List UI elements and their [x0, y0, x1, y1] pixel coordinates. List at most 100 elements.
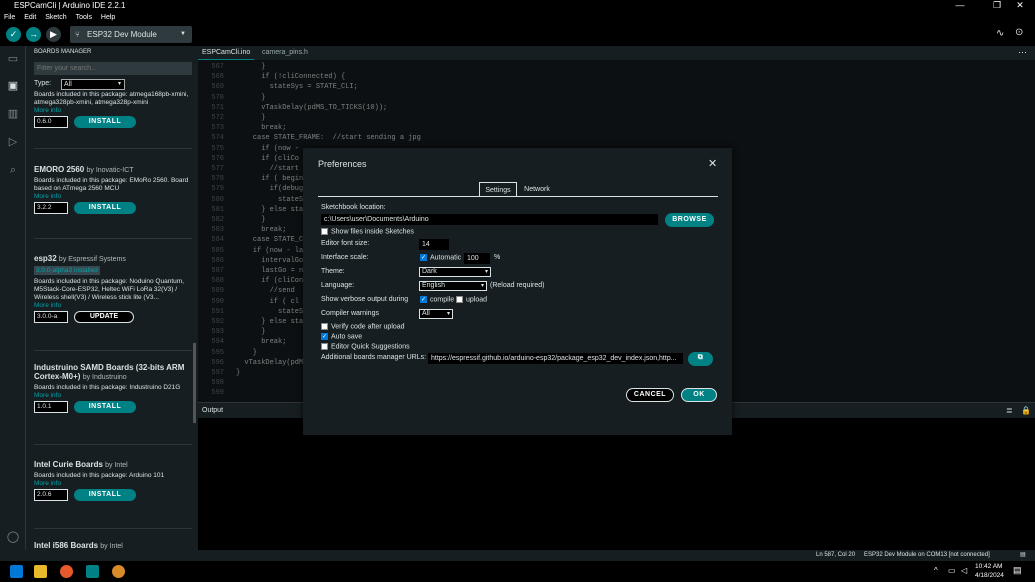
tab-settings[interactable]: Settings — [479, 182, 517, 197]
chevron-down-icon: ▾ — [117, 81, 121, 87]
automatic-label: Automatic — [430, 254, 462, 262]
automatic-scale-checkbox[interactable]: ✓ Automatic — [420, 254, 461, 261]
version-select[interactable]: 1.0.1 — [34, 401, 68, 413]
editor-tabs: ESPCamCli.ino camera_pins.h ⋯ — [198, 46, 1035, 60]
tab-divider — [318, 196, 718, 197]
install-button[interactable]: INSTALL — [74, 401, 136, 413]
install-button[interactable]: INSTALL — [74, 489, 136, 501]
boards-manager-icon[interactable]: ▣ — [6, 79, 20, 93]
board-status[interactable]: ESP32 Dev Module on COM13 [not connected… — [864, 550, 990, 561]
app-icon[interactable] — [112, 565, 125, 578]
verbose-upload-checkbox[interactable]: upload — [456, 296, 487, 303]
tab-camera-pins[interactable]: camera_pins.h — [258, 46, 312, 60]
start-icon[interactable] — [10, 565, 23, 578]
board-search-input[interactable] — [34, 62, 192, 75]
check-icon: ✓ — [420, 254, 427, 261]
arduino-icon[interactable] — [86, 565, 99, 578]
clock-date[interactable]: 4/18/2024 — [975, 572, 1004, 579]
autosave-label: Auto save — [331, 333, 363, 341]
library-manager-icon[interactable]: ▥ — [6, 107, 20, 121]
install-button[interactable]: INSTALL — [74, 202, 136, 214]
tab-espcamcli[interactable]: ESPCamCli.ino — [198, 46, 255, 60]
scale-input[interactable]: 100 — [464, 253, 490, 264]
menu-edit[interactable]: Edit — [24, 14, 36, 21]
sketchbook-location-input[interactable]: c:\Users\user\Documents\Arduino — [321, 214, 658, 225]
board-urls-input[interactable]: https://espressif.github.io/arduino-esp3… — [428, 353, 683, 364]
board-selector[interactable]: ⑂ ESP32 Dev Module ▼ — [70, 26, 192, 43]
menu-help[interactable]: Help — [101, 14, 115, 21]
verbose-compile-checkbox[interactable]: ✓ compile — [420, 296, 454, 303]
language-value: English — [422, 282, 445, 289]
cancel-button[interactable]: CANCEL — [626, 388, 674, 402]
verify-after-upload-checkbox[interactable]: Verify code after upload — [321, 323, 405, 330]
lock-icon[interactable]: 🔒 — [1021, 403, 1031, 419]
folder-icon[interactable]: ▭ — [6, 52, 20, 66]
clock-time[interactable]: 10:42 AM — [975, 563, 1002, 570]
usb-icon: ⑂ — [75, 30, 80, 39]
verify-label: Verify code after upload — [331, 323, 405, 331]
notification-center-icon[interactable]: ▤ — [1013, 565, 1022, 576]
ok-button[interactable]: OK — [681, 388, 717, 402]
close-window-button[interactable]: ✕ — [1005, 0, 1035, 12]
more-info-link[interactable]: More info — [34, 392, 194, 399]
more-info-link[interactable]: More info — [34, 302, 194, 309]
tab-network[interactable]: Network — [517, 182, 557, 197]
version-select[interactable]: 0.6.0 — [34, 116, 68, 128]
type-filter-value: All — [64, 81, 72, 88]
verify-button[interactable]: ✓ — [6, 27, 21, 42]
more-info-link[interactable]: More info — [34, 480, 194, 487]
board-name: Intel i586 Boards — [34, 541, 99, 550]
tray-chevron-icon[interactable]: ^ — [934, 566, 938, 575]
quick-suggestions-checkbox[interactable]: Editor Quick Suggestions — [321, 343, 410, 350]
menu-sketch[interactable]: Sketch — [45, 14, 66, 21]
close-icon[interactable]: ✕ — [708, 157, 717, 170]
more-info-link[interactable]: More info — [34, 107, 194, 114]
theme-value: Dark — [422, 268, 437, 275]
upload-button[interactable]: → — [26, 27, 41, 42]
auto-save-checkbox[interactable]: ✓ Auto save — [321, 333, 362, 340]
show-files-checkbox[interactable]: Show files inside Sketches — [321, 228, 414, 235]
warnings-select[interactable]: All ▾ — [419, 309, 453, 319]
divider — [34, 350, 192, 351]
serial-plotter-icon[interactable]: ∿ — [996, 28, 1004, 39]
search-icon[interactable]: ⌕ — [6, 163, 20, 177]
notifications-icon[interactable]: ▤ — [1020, 550, 1026, 561]
theme-label: Theme: — [321, 268, 345, 275]
checkbox-unchecked — [321, 323, 328, 330]
chevron-down-icon: ▾ — [484, 269, 488, 275]
type-filter-select[interactable]: All ▾ — [61, 79, 125, 90]
more-info-link[interactable]: More info — [34, 193, 194, 200]
version-select[interactable]: 3.2.2 — [34, 202, 68, 214]
version-select[interactable]: 2.0.6 — [34, 489, 68, 501]
theme-select[interactable]: Dark ▾ — [419, 267, 491, 277]
font-size-input[interactable]: 14 — [419, 239, 449, 250]
language-select[interactable]: English ▾ — [419, 281, 487, 291]
network-icon[interactable]: ▭ — [948, 566, 956, 575]
browse-button[interactable]: BROWSE — [665, 213, 714, 227]
minimize-button[interactable]: — — [945, 0, 975, 12]
board-name: esp32 — [34, 254, 57, 263]
firefox-icon[interactable] — [60, 565, 73, 578]
upload-label: upload — [466, 296, 488, 304]
sketchbook-label: Sketchbook location: — [321, 204, 386, 211]
board-author: by Industruino — [82, 374, 127, 381]
more-icon[interactable]: ⋯ — [1018, 47, 1027, 58]
version-select[interactable]: 3.0.0-a — [34, 311, 68, 323]
account-icon[interactable]: ◯ — [6, 530, 20, 544]
board-item: Industruino SAMD Boards (32-bits ARM Cor… — [34, 363, 194, 413]
menu-tools[interactable]: Tools — [76, 14, 92, 21]
warnings-value: All — [422, 310, 430, 317]
menu-file[interactable]: File — [4, 14, 15, 21]
update-button[interactable]: UPDATE — [74, 311, 134, 323]
debug-button[interactable]: ▶ — [46, 27, 61, 42]
edit-urls-button[interactable]: ⧉ — [688, 352, 713, 366]
install-button[interactable]: INSTALL — [74, 116, 136, 128]
panel-scrollbar[interactable] — [193, 343, 196, 423]
serial-monitor-icon[interactable]: ⊙ — [1015, 27, 1023, 38]
warnings-label: Compiler warnings — [321, 310, 379, 317]
cursor-position: Ln 587, Col 20 — [816, 552, 856, 558]
debug-icon[interactable]: ▷ — [6, 135, 20, 149]
volume-icon[interactable]: ◁ — [961, 566, 967, 575]
file-explorer-icon[interactable] — [34, 565, 47, 578]
clear-output-icon[interactable]: ≣ — [1006, 403, 1013, 419]
